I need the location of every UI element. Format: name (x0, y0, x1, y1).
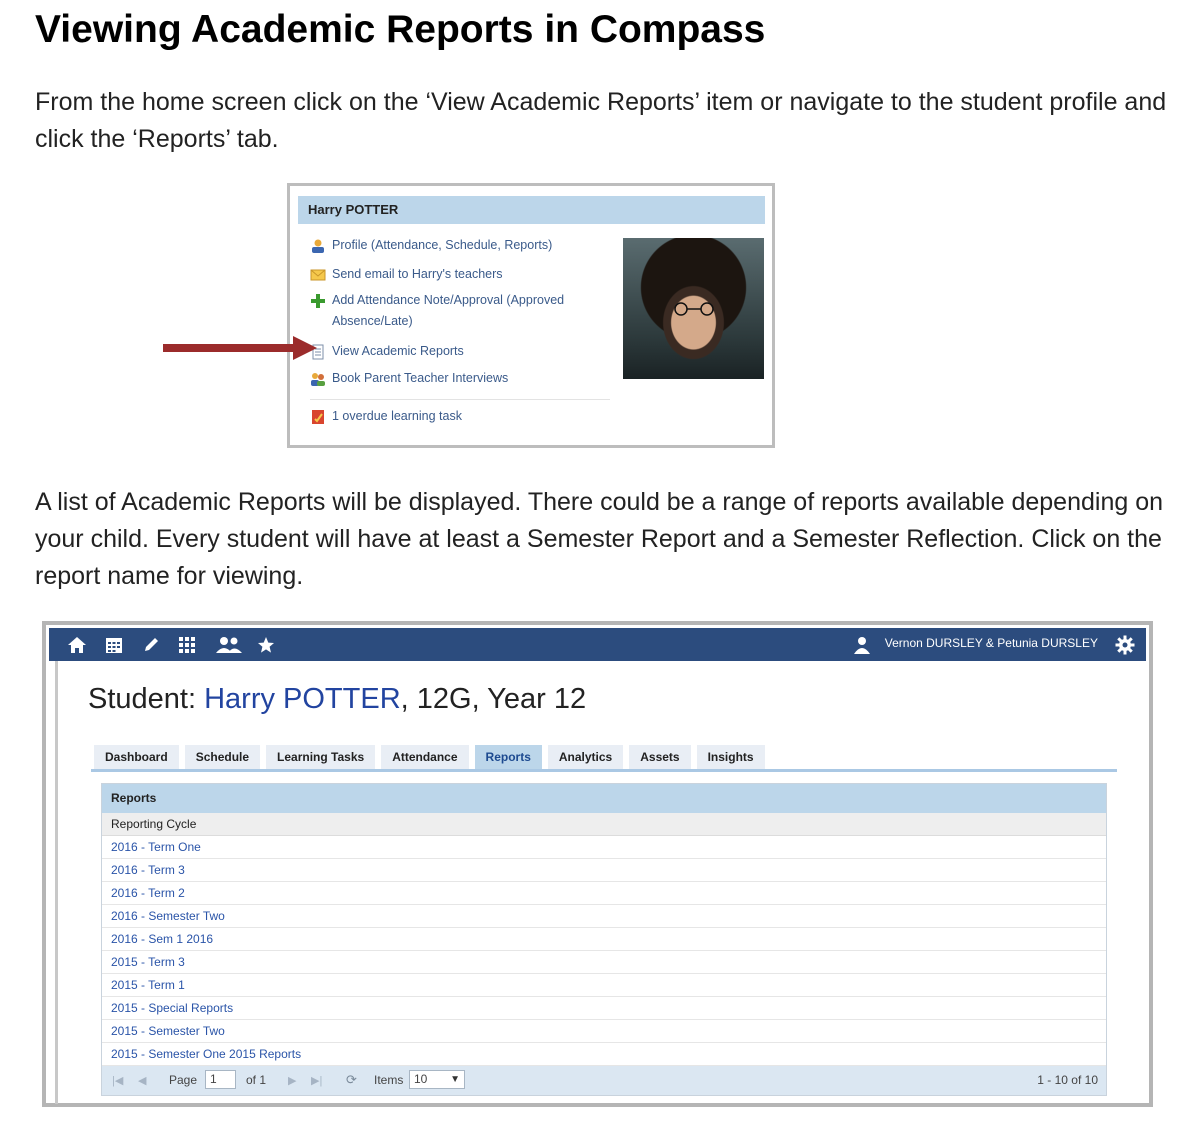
profile-link[interactable]: Profile (Attendance, Schedule, Reports) (310, 238, 552, 254)
tab-reports[interactable]: Reports (474, 745, 542, 770)
task-icon (310, 409, 326, 425)
refresh-icon[interactable]: ⟳ (346, 1072, 357, 1088)
tab-attendance[interactable]: Attendance (381, 745, 469, 770)
plus-icon (310, 293, 326, 309)
profile-tabs: Dashboard Schedule Learning Tasks Attend… (94, 745, 765, 770)
page-number-input[interactable]: 1 (205, 1070, 236, 1089)
overdue-task-link[interactable]: 1 overdue learning task (310, 409, 462, 425)
instructions-paragraph: A list of Academic Reports will be displ… (35, 488, 1164, 590)
profile-link-label: Profile (Attendance, Schedule, Reports) (332, 238, 553, 252)
top-navigation-bar: Vernon DURSLEY & Petunia DURSLEY (49, 628, 1146, 661)
first-page-icon[interactable]: |◀ (112, 1074, 123, 1087)
student-card-header: Harry POTTER (298, 196, 765, 224)
report-row[interactable]: 2015 - Semester Two (102, 1020, 1106, 1043)
tab-dashboard[interactable]: Dashboard (94, 745, 179, 770)
email-teachers-link[interactable]: Send email to Harry's teachers (310, 267, 503, 283)
student-card: Harry POTTER Profile (Attendance, Schedu… (287, 183, 775, 448)
grid-title: Reports (102, 784, 1106, 813)
view-academic-reports-link[interactable]: View Academic Reports (310, 344, 464, 360)
main-content: Student: Harry POTTER, 12G, Year 12 Dash… (55, 661, 1149, 1104)
intro-paragraph: From the home screen click on the ‘View … (35, 88, 1167, 153)
report-row[interactable]: 2016 - Term One (102, 836, 1106, 859)
attendance-note-link[interactable]: Add Attendance Note/Approval (Approved A… (310, 290, 600, 332)
tab-learning-tasks[interactable]: Learning Tasks (266, 745, 376, 770)
pager-range: 1 - 10 of 10 (1037, 1073, 1098, 1087)
items-per-page-value: 10 (414, 1072, 428, 1086)
grid-icon[interactable] (177, 635, 197, 655)
tab-assets[interactable]: Assets (629, 745, 691, 770)
user-name[interactable]: Vernon DURSLEY & Petunia DURSLEY (885, 636, 1098, 650)
report-row[interactable]: 2016 - Sem 1 2016 (102, 928, 1106, 951)
next-page-icon[interactable]: ▶ (288, 1074, 296, 1087)
book-interviews-label: Book Parent Teacher Interviews (332, 371, 509, 385)
calendar-icon[interactable] (104, 635, 124, 655)
report-row[interactable]: 2016 - Semester Two (102, 905, 1106, 928)
card-divider (310, 399, 610, 400)
reports-grid: Reports Reporting Cycle 2016 - Term One … (101, 783, 1107, 1096)
items-per-page-select[interactable]: 10 ▼ (409, 1070, 465, 1089)
prev-page-icon[interactable]: ◀ (138, 1074, 146, 1087)
people-icon (310, 371, 326, 387)
book-interviews-link[interactable]: Book Parent Teacher Interviews (310, 371, 508, 387)
tab-schedule[interactable]: Schedule (184, 745, 261, 770)
home-icon[interactable] (67, 635, 87, 655)
envelope-icon (310, 267, 326, 283)
document-title: Viewing Academic Reports in Compass (35, 8, 766, 51)
grid-pager: |◀ ◀ Page 1 of 1 ▶ ▶| ⟳ Items 10 ▼ 1 - 10… (102, 1066, 1106, 1095)
user-icon (852, 635, 872, 655)
student-heading: Student: Harry POTTER, 12G, Year 12 (88, 683, 586, 716)
student-heading-prefix: Student: (88, 683, 205, 715)
star-icon[interactable] (256, 635, 276, 655)
student-name: Harry POTTER (204, 683, 401, 715)
pointer-arrow (163, 336, 317, 360)
tab-underline (91, 769, 1117, 772)
person-icon (310, 238, 326, 254)
view-academic-reports-label: View Academic Reports (332, 344, 464, 358)
tab-analytics[interactable]: Analytics (547, 745, 624, 770)
overdue-task-label: 1 overdue learning task (332, 409, 462, 423)
report-row[interactable]: 2016 - Term 3 (102, 859, 1106, 882)
column-header-reporting-cycle[interactable]: Reporting Cycle (102, 813, 1106, 836)
report-row[interactable]: 2015 - Semester One 2015 Reports (102, 1043, 1106, 1066)
report-row[interactable]: 2015 - Term 1 (102, 974, 1106, 997)
page-label: Page (169, 1073, 198, 1087)
people-group-icon[interactable] (215, 635, 243, 655)
items-label: Items (374, 1073, 404, 1087)
report-row[interactable]: 2015 - Special Reports (102, 997, 1106, 1020)
report-row[interactable]: 2016 - Term 2 (102, 882, 1106, 905)
chevron-down-icon: ▼ (450, 1074, 460, 1085)
student-class: , 12G, Year 12 (400, 683, 587, 715)
last-page-icon[interactable]: ▶| (311, 1074, 322, 1087)
gear-icon[interactable] (1115, 635, 1135, 655)
report-row[interactable]: 2015 - Term 3 (102, 951, 1106, 974)
page-count: of 1 (246, 1073, 267, 1087)
attendance-note-label: Add Attendance Note/Approval (Approved A… (332, 293, 565, 328)
email-teachers-label: Send email to Harry's teachers (332, 267, 503, 281)
compass-reports-screen: Vernon DURSLEY & Petunia DURSLEY Student… (42, 621, 1153, 1107)
student-photo (623, 238, 764, 379)
pencil-icon[interactable] (141, 635, 161, 655)
tab-insights[interactable]: Insights (696, 745, 765, 770)
